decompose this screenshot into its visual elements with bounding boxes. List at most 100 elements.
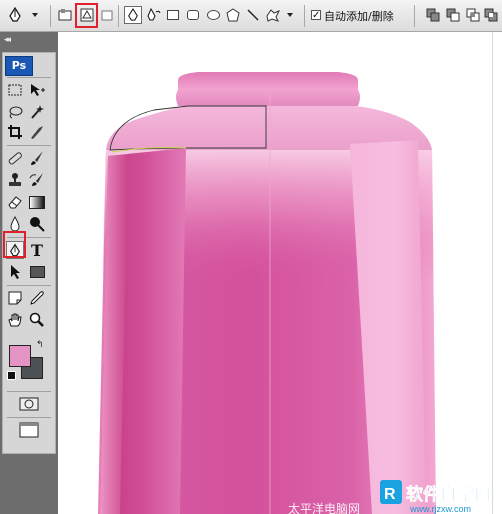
notes-tool[interactable] [6, 289, 24, 307]
rectangle-option-button[interactable] [164, 6, 182, 24]
add-area-icon [426, 8, 440, 22]
foreground-color-swatch[interactable] [9, 345, 31, 367]
magnifier-icon [29, 312, 44, 327]
hand-tool[interactable] [6, 311, 24, 329]
dodge-tool[interactable] [28, 215, 46, 233]
fill-pixels-mode-button[interactable] [98, 6, 116, 24]
separator [118, 5, 119, 27]
gradient-tool[interactable] [28, 193, 46, 211]
site-watermark: 太平洋电脑网 [288, 502, 361, 514]
freeform-pen-icon [147, 7, 161, 21]
svg-text:R: R [384, 486, 396, 503]
shape-options-dropdown[interactable] [284, 6, 296, 24]
line-icon [247, 9, 259, 21]
gradient-icon [29, 195, 45, 209]
pink-bottle-artwork [98, 72, 436, 514]
pen-tool-preset-button[interactable] [6, 6, 24, 24]
rectangle-shape-tool[interactable] [28, 263, 46, 281]
collapse-panel-icon[interactable]: ◂◂ [4, 35, 11, 45]
separator [304, 5, 305, 27]
lasso-tool[interactable] [6, 103, 24, 121]
magic-wand-icon [31, 105, 44, 119]
chevron-down-icon [32, 13, 38, 17]
eyedropper-tool[interactable] [28, 289, 46, 307]
rounded-rectangle-option-button[interactable] [184, 6, 202, 24]
default-colors-icon[interactable] [7, 371, 16, 380]
custom-shape-option-button[interactable] [264, 6, 282, 24]
ellipse-option-button[interactable] [204, 6, 222, 24]
shape-layers-mode-button[interactable] [56, 6, 74, 24]
subtract-shape-area-button[interactable] [444, 6, 462, 24]
separator [7, 145, 51, 146]
separator [7, 391, 51, 392]
line-option-button[interactable] [244, 6, 262, 24]
shape-layers-icon [58, 9, 72, 21]
blur-drop-icon [10, 216, 20, 232]
chevron-down-icon [287, 13, 293, 17]
crop-tool[interactable] [6, 123, 24, 141]
slice-icon [31, 126, 43, 139]
arrow-icon [11, 265, 20, 279]
marquee-tool[interactable] [6, 81, 24, 99]
ellipse-icon [206, 10, 220, 20]
logo-url: www.rjzxw.com [409, 504, 471, 514]
dodge-icon [30, 217, 45, 232]
auto-add-delete-label: 自动添加/删除 [324, 10, 394, 23]
paths-mode-highlight [75, 3, 98, 28]
marquee-icon [8, 84, 22, 96]
pen-nib-icon [128, 8, 138, 21]
exclude-area-icon [484, 8, 498, 22]
auto-add-delete-checkbox[interactable]: ✓ [311, 10, 321, 21]
lasso-icon [9, 106, 23, 119]
eraser-tool[interactable] [6, 193, 24, 211]
separator [7, 77, 51, 78]
hand-icon [8, 313, 22, 327]
rectangle-icon [29, 266, 45, 278]
eyedropper-icon [30, 291, 44, 305]
note-icon [8, 291, 22, 305]
add-to-shape-area-button[interactable] [424, 6, 442, 24]
brush-icon [31, 151, 43, 165]
path-selection-tool[interactable] [6, 263, 24, 281]
rjzxw-logo: R 软件自学网 www.rjzxw.com [380, 480, 491, 514]
separator [7, 417, 51, 418]
logo-text: 软件自学网 [406, 484, 491, 505]
swap-colors-icon[interactable]: ↰ [36, 341, 44, 350]
bottle-body [98, 92, 436, 514]
document-canvas[interactable]: 太平洋电脑网 R 软件自学网 www.rjzxw.com [58, 32, 502, 514]
eraser-icon [8, 196, 22, 209]
separator [50, 5, 51, 27]
history-brush-tool[interactable] [28, 171, 46, 189]
canvas-edge [492, 32, 493, 514]
slice-tool[interactable] [28, 123, 46, 141]
exclude-shape-area-button[interactable] [482, 6, 500, 24]
ps-logo: Ps [5, 56, 33, 76]
move-icon [31, 84, 45, 96]
bandage-icon [8, 152, 22, 165]
brush-tool[interactable] [28, 149, 46, 167]
separator [7, 285, 51, 286]
screen-mode-icon [19, 422, 39, 438]
healing-brush-tool[interactable] [6, 149, 24, 167]
magic-wand-tool[interactable] [28, 103, 46, 121]
tools-panel: ◂◂ Ps T ↰ [0, 32, 58, 514]
history-brush-icon [29, 173, 43, 186]
intersect-area-icon [466, 8, 480, 22]
pen-tool-option-button[interactable] [124, 6, 142, 24]
options-bar: ✓ 自动添加/删除 [0, 0, 502, 32]
freeform-pen-option-button[interactable] [144, 6, 162, 24]
intersect-shape-area-button[interactable] [464, 6, 482, 24]
stamp-icon [9, 173, 21, 186]
move-tool[interactable] [28, 81, 46, 99]
crop-icon [8, 125, 22, 139]
polygon-option-button[interactable] [224, 6, 242, 24]
type-tool[interactable]: T [28, 241, 46, 260]
preset-dropdown-arrow[interactable] [30, 6, 40, 24]
clone-stamp-tool[interactable] [6, 171, 24, 189]
subtract-area-icon [446, 8, 460, 22]
quick-mask-button[interactable] [17, 395, 41, 413]
custom-shape-icon [266, 9, 281, 22]
screen-mode-button[interactable] [17, 421, 41, 439]
pen-tool-highlight [3, 231, 26, 258]
zoom-tool[interactable] [28, 311, 46, 329]
